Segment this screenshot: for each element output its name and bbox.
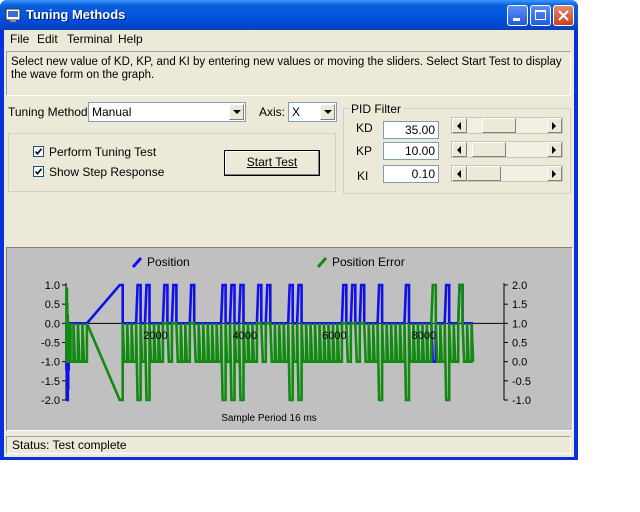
tuning-chart: 1.0 0.5 0.0 -0.5 -1.0 -1.5 -2.0 2.0 1.5 1.0 0.5 0.0…: [41, 255, 531, 424]
left-tick-label: -1.0: [41, 357, 60, 369]
ki-slider-thumb[interactable]: [467, 166, 501, 181]
arrow-left-icon: [457, 146, 461, 154]
close-icon: [558, 10, 569, 21]
left-tick-label: -1.5: [41, 376, 60, 388]
kp-slider-right-button[interactable]: [547, 142, 562, 157]
axis-dropdown-button[interactable]: [320, 104, 335, 120]
ki-slider-right-button[interactable]: [547, 166, 562, 181]
tuning-method-value: Manual: [92, 105, 132, 119]
kp-slider[interactable]: [451, 141, 563, 158]
right-tick-label: 0.0: [512, 357, 527, 369]
maximize-icon: [535, 10, 546, 20]
axis-select[interactable]: X: [288, 102, 337, 122]
left-tick-label: 0.5: [45, 299, 60, 311]
tuning-methods-window: Tuning Methods File Edit Terminal Help S…: [0, 0, 578, 460]
chart-panel: 1.0 0.5 0.0 -0.5 -1.0 -1.5 -2.0 2.0 1.5 1.0 0.5 0.0…: [6, 247, 573, 431]
right-tick-label: 1.0: [512, 318, 527, 330]
chevron-down-icon: [233, 110, 241, 114]
tuning-method-label: Tuning Method:: [8, 105, 91, 119]
legend-label: Position Error: [332, 255, 405, 269]
axis-value: X: [292, 105, 301, 119]
menu-terminal[interactable]: Terminal: [67, 32, 112, 46]
perform-tuning-test-checkbox[interactable]: [33, 146, 44, 157]
kp-slider-thumb[interactable]: [472, 142, 506, 157]
kd-slider-left-button[interactable]: [452, 118, 467, 133]
kd-slider[interactable]: [451, 117, 563, 134]
perform-tuning-test-label[interactable]: Perform Tuning Test: [49, 145, 156, 159]
app-icon: [5, 8, 21, 22]
tuning-method-dropdown-button[interactable]: [229, 104, 244, 120]
x-axis-title: Sample Period 16 ms: [221, 413, 317, 424]
window-title: Tuning Methods: [26, 7, 126, 22]
checkmark-icon: [34, 148, 43, 156]
show-step-response-label[interactable]: Show Step Response: [49, 165, 164, 179]
minimize-icon: [513, 18, 520, 21]
left-tick-label: -0.5: [41, 338, 60, 350]
kd-input[interactable]: 35.00: [383, 121, 439, 139]
kd-slider-thumb[interactable]: [482, 118, 516, 133]
arrow-right-icon: [552, 146, 556, 154]
kd-slider-right-button[interactable]: [547, 118, 562, 133]
kp-input[interactable]: 10.00: [383, 142, 439, 160]
axis-label: Axis:: [259, 105, 286, 119]
menu-file[interactable]: File: [10, 32, 29, 46]
maximize-button[interactable]: [530, 5, 551, 26]
left-tick-label: 1.0: [45, 280, 60, 292]
menu-edit[interactable]: Edit: [37, 32, 58, 46]
ki-label: KI: [357, 169, 369, 183]
ki-slider-left-button[interactable]: [452, 166, 467, 181]
x-tick-label: 4000: [233, 330, 257, 342]
menu-help[interactable]: Help: [118, 32, 143, 46]
left-tick-label: -2.0: [41, 395, 60, 407]
legend-swatch: [316, 257, 328, 268]
status-bar: Status: Test complete: [6, 436, 571, 454]
x-tick-label: 8000: [412, 330, 436, 342]
show-step-response-checkbox[interactable]: [33, 166, 44, 177]
legend-swatch: [131, 257, 143, 268]
legend-label: Position: [147, 255, 190, 269]
kp-slider-left-button[interactable]: [452, 142, 467, 157]
left-tick-label: 0.0: [45, 318, 60, 330]
checkmark-icon: [34, 168, 43, 176]
title-bar[interactable]: Tuning Methods: [0, 0, 578, 30]
close-button[interactable]: [553, 5, 574, 26]
pid-filter-title: PID Filter: [349, 102, 404, 116]
instructions-text: Select new value of KD, KP, and KI by en…: [6, 51, 571, 96]
kd-label: KD: [356, 121, 373, 135]
right-tick-label: -0.5: [512, 376, 531, 388]
right-tick-label: 1.5: [512, 299, 527, 311]
right-tick-label: 0.5: [512, 338, 527, 350]
x-tick-label: 6000: [322, 330, 346, 342]
right-tick-label: -1.0: [512, 395, 531, 407]
arrow-right-icon: [552, 170, 556, 178]
arrow-left-icon: [457, 122, 461, 130]
start-test-label: Start Test: [246, 155, 298, 169]
start-test-button[interactable]: Start Test: [224, 150, 320, 176]
arrow-left-icon: [457, 170, 461, 178]
ki-slider[interactable]: [451, 165, 563, 182]
minimize-button[interactable]: [507, 5, 528, 26]
window-client-area: File Edit Terminal Help Select new value…: [4, 30, 574, 457]
x-tick-label: 2000: [143, 330, 167, 342]
chevron-down-icon: [324, 110, 332, 114]
arrow-right-icon: [552, 122, 556, 130]
tuning-method-select[interactable]: Manual: [88, 102, 246, 122]
menu-bar: File Edit Terminal Help: [4, 30, 574, 48]
kp-label: KP: [356, 144, 373, 158]
right-tick-label: 2.0: [512, 280, 527, 292]
ki-input[interactable]: 0.10: [383, 165, 439, 183]
